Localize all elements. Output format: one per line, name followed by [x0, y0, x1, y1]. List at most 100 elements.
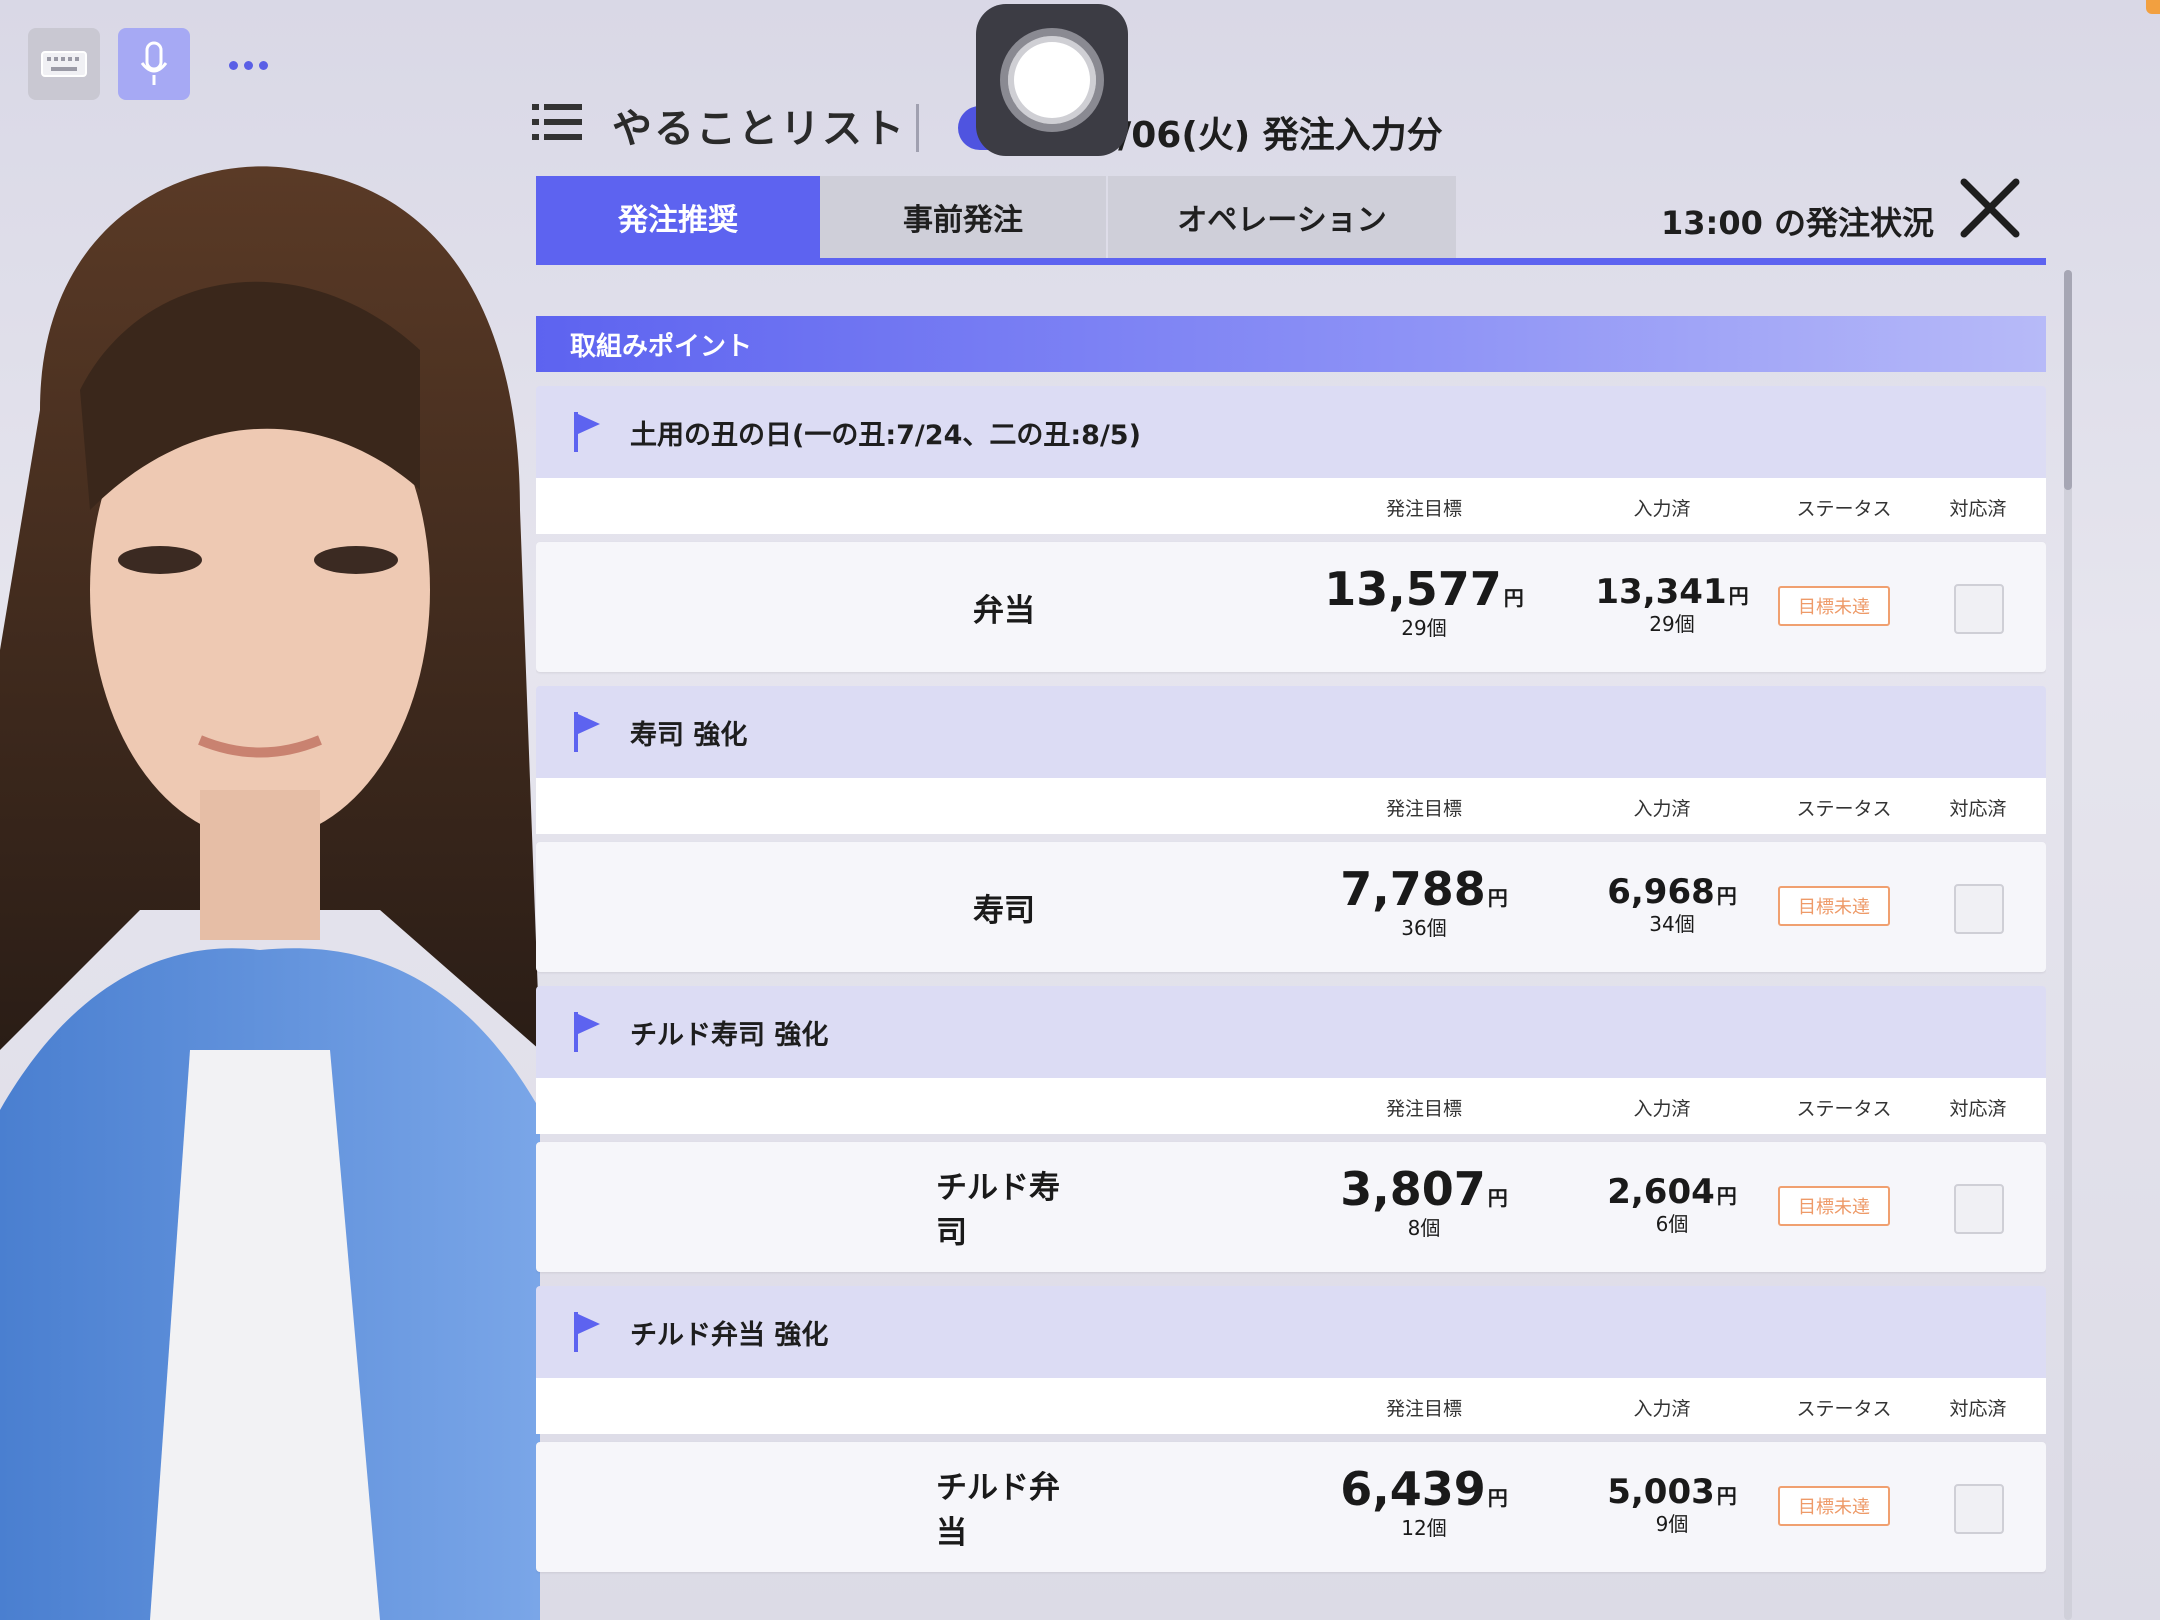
- col-entered: 入力済: [1633, 498, 1691, 520]
- target-value: 6,439 円 12個: [1340, 1462, 1508, 1541]
- status-indicator: [2146, 0, 2160, 14]
- column-headers: 発注目標 入力済 ステータス 対応済: [536, 1378, 2046, 1434]
- group-title: 土用の丑の日(一の丑:7/24、二の丑:8/5): [630, 419, 1141, 451]
- target-value: 3,807 円 8個: [1340, 1162, 1508, 1241]
- todo-group: 寿司 強化 発注目標 入力済 ステータス 対応済 寿司 7,788 円 36個 6…: [536, 686, 2046, 972]
- keyboard-button[interactable]: [28, 28, 100, 100]
- table-row: 寿司 7,788 円 36個 6,968 円 34個 目標未達: [536, 842, 2046, 972]
- table-row: チルド弁当 6,439 円 12個 5,003 円 9個 目標未達: [536, 1442, 2046, 1572]
- entered-count: 34個: [1649, 912, 1695, 936]
- close-icon[interactable]: [1958, 176, 2022, 240]
- col-target: 発注目標: [1385, 498, 1463, 520]
- assistant-avatar: [0, 150, 540, 1620]
- col-entered: 入力済: [1633, 1098, 1691, 1120]
- flag-icon: [574, 1012, 600, 1052]
- scrollbar-thumb[interactable]: [2064, 270, 2072, 490]
- col-entered: 入力済: [1633, 1398, 1691, 1420]
- handled-checkbox[interactable]: [1954, 884, 2004, 934]
- entered-value: 5,003 円 9個: [1607, 1472, 1737, 1537]
- entered-amount: 6,968: [1607, 872, 1715, 912]
- target-count: 8個: [1407, 1216, 1441, 1240]
- record-button[interactable]: [976, 4, 1128, 156]
- target-count: 36個: [1401, 916, 1447, 940]
- yen-unit: 円: [1716, 884, 1737, 908]
- col-status: ステータス: [1796, 798, 1892, 820]
- target-amount: 13,577: [1324, 562, 1502, 616]
- tab-underline: [536, 258, 2046, 265]
- col-handled: 対応済: [1949, 498, 2007, 520]
- todo-group: チルド寿司 強化 発注目標 入力済 ステータス 対応済 チルド寿司 3,807 円…: [536, 986, 2046, 1272]
- col-status: ステータス: [1796, 498, 1892, 520]
- column-headers: 発注目標 入力済 ステータス 対応済: [536, 478, 2046, 534]
- handled-checkbox[interactable]: [1954, 584, 2004, 634]
- col-status: ステータス: [1796, 1098, 1892, 1120]
- col-target: 発注目標: [1385, 1098, 1463, 1120]
- more-options-button[interactable]: [218, 40, 278, 88]
- todo-panel: 取組みポイント 土用の丑の日(一の丑:7/24、二の丑:8/5) 発注目標 入力…: [536, 316, 2046, 1620]
- flag-icon: [574, 412, 600, 452]
- record-icon: [1000, 28, 1104, 132]
- status-badge: 目標未達: [1778, 1486, 1890, 1526]
- group-title: チルド寿司 強化: [630, 1019, 829, 1051]
- yen-unit: 円: [1728, 584, 1749, 608]
- todo-group: チルド弁当 強化 発注目標 入力済 ステータス 対応済 チルド弁当 6,439 円…: [536, 1286, 2046, 1572]
- entered-count: 6個: [1655, 1212, 1689, 1236]
- group-header: 寿司 強化: [536, 686, 2046, 778]
- order-status-time: 13:00 の発注状況: [1660, 204, 1934, 242]
- column-headers: 発注目標 入力済 ステータス 対応済: [536, 1078, 2046, 1134]
- flag-icon: [574, 1312, 600, 1352]
- target-amount: 6,439: [1340, 1462, 1486, 1516]
- yen-unit: 円: [1487, 1486, 1508, 1510]
- group-header: チルド寿司 強化: [536, 986, 2046, 1078]
- col-handled: 対応済: [1949, 1398, 2007, 1420]
- item-name: 弁当: [973, 592, 1035, 629]
- table-row: 弁当 13,577 円 29個 13,341 円 29個 目標未達: [536, 542, 2046, 672]
- target-value: 7,788 円 36個: [1340, 862, 1508, 941]
- col-handled: 対応済: [1949, 798, 2007, 820]
- scrollbar[interactable]: [2064, 270, 2072, 1620]
- yen-unit: 円: [1716, 1484, 1737, 1508]
- status-badge: 目標未達: [1778, 586, 1890, 626]
- col-handled: 対応済: [1949, 1098, 2007, 1120]
- col-target: 発注目標: [1385, 798, 1463, 820]
- handled-checkbox[interactable]: [1954, 1484, 2004, 1534]
- entered-count: 9個: [1655, 1512, 1689, 1536]
- item-name: チルド弁当: [936, 1470, 1060, 1551]
- entered-count: 29個: [1649, 612, 1695, 636]
- group-header: チルド弁当 強化: [536, 1286, 2046, 1378]
- tab-operation[interactable]: オペレーション: [1108, 176, 1456, 258]
- page-title: やることリスト: [612, 106, 906, 152]
- table-row: チルド寿司 3,807 円 8個 2,604 円 6個 目標未達: [536, 1142, 2046, 1272]
- item-name: 寿司: [973, 892, 1035, 929]
- status-badge: 目標未達: [1778, 886, 1890, 926]
- target-count: 12個: [1401, 1516, 1447, 1540]
- item-name: チルド寿司: [936, 1170, 1060, 1251]
- col-status: ステータス: [1796, 1398, 1892, 1420]
- flag-icon: [574, 712, 600, 752]
- entered-value: 2,604 円 6個: [1607, 1172, 1737, 1237]
- target-amount: 7,788: [1340, 862, 1486, 916]
- entered-value: 6,968 円 34個: [1607, 872, 1737, 937]
- section-header: 取組みポイント: [536, 316, 2046, 372]
- more-dots-icon: [226, 55, 271, 74]
- target-amount: 3,807: [1340, 1162, 1486, 1216]
- microphone-button[interactable]: [118, 28, 190, 100]
- status-badge: 目標未達: [1778, 1186, 1890, 1226]
- entered-amount: 2,604: [1607, 1172, 1715, 1212]
- list-icon[interactable]: [532, 104, 582, 140]
- tab-advance-order[interactable]: 事前発注: [820, 176, 1106, 258]
- header-divider: [916, 104, 919, 152]
- microphone-icon: [140, 41, 168, 85]
- group-title: 寿司 強化: [630, 719, 748, 751]
- yen-unit: 円: [1716, 1184, 1737, 1208]
- keyboard-icon: [41, 51, 87, 77]
- handled-checkbox[interactable]: [1954, 1184, 2004, 1234]
- todo-group: 土用の丑の日(一の丑:7/24、二の丑:8/5) 発注目標 入力済 ステータス …: [536, 386, 2046, 672]
- tab-recommended-order[interactable]: 発注推奨: [536, 176, 820, 258]
- group-header: 土用の丑の日(一の丑:7/24、二の丑:8/5): [536, 386, 2046, 478]
- yen-unit: 円: [1487, 886, 1508, 910]
- entered-amount: 13,341: [1595, 572, 1727, 612]
- yen-unit: 円: [1487, 1186, 1508, 1210]
- yen-unit: 円: [1503, 586, 1524, 610]
- col-entered: 入力済: [1633, 798, 1691, 820]
